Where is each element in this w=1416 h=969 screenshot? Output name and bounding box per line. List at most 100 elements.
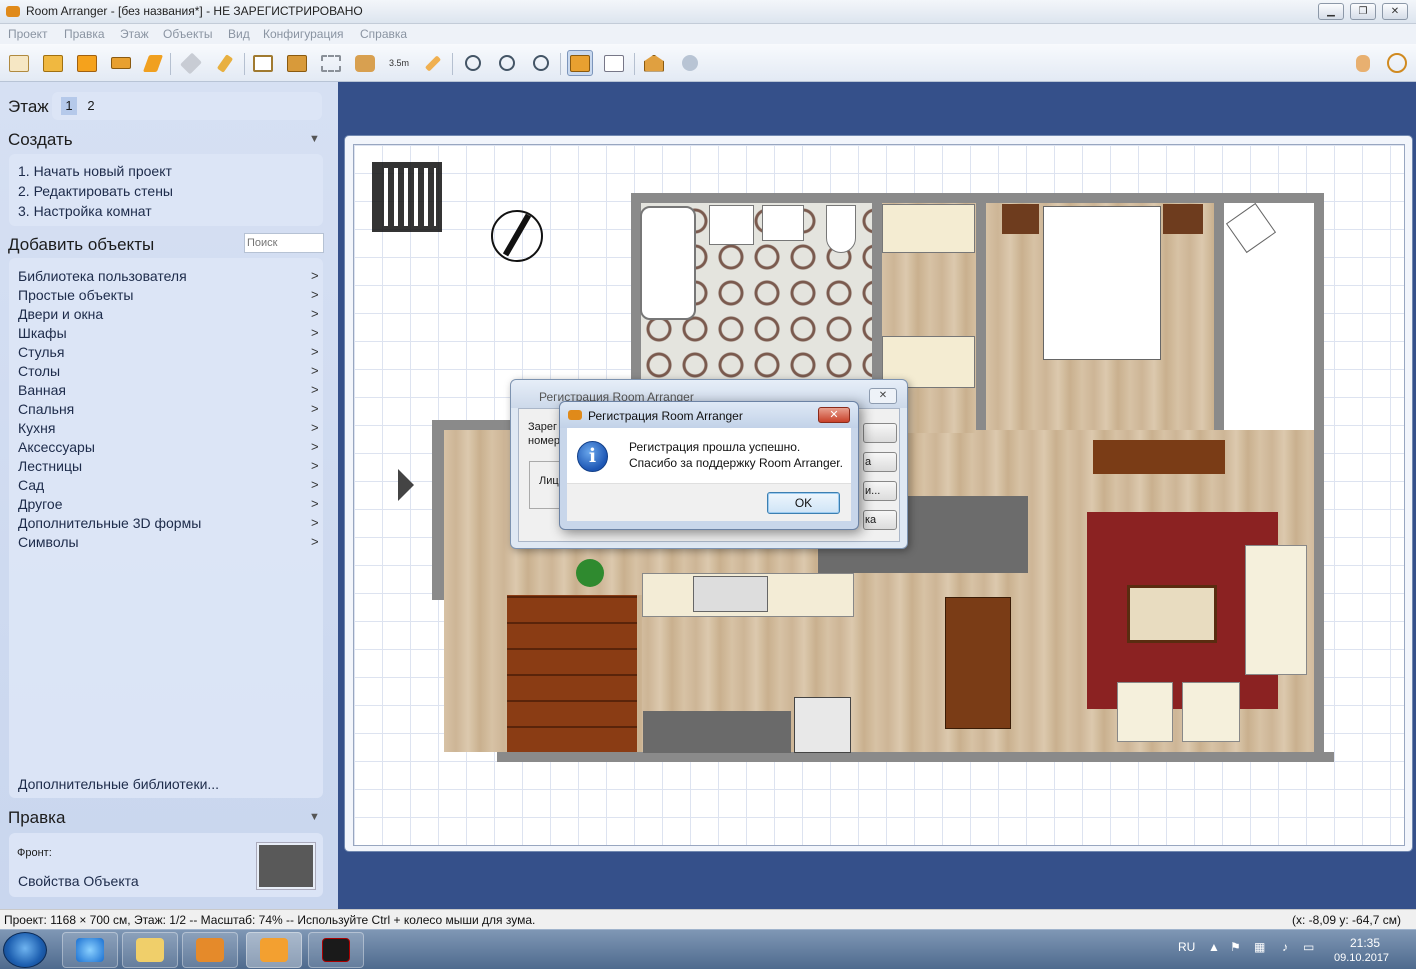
staircase[interactable] [507, 595, 637, 752]
tv-stand[interactable] [1093, 440, 1225, 474]
armchair-2[interactable] [1182, 682, 1240, 742]
library-item-chairs[interactable]: Стулья [18, 344, 64, 360]
dialog-back-button-4[interactable]: ка [863, 510, 897, 530]
nightstand-right[interactable] [1163, 204, 1203, 234]
kitchen-sink[interactable] [693, 576, 768, 612]
dining-table[interactable] [945, 597, 1011, 729]
floor-tab-1[interactable]: 1 [61, 97, 77, 115]
dialog-back-button-2[interactable]: а [863, 452, 897, 472]
resize-icon[interactable] [318, 50, 344, 76]
library-item-simple[interactable]: Простые объекты [18, 287, 133, 303]
library-item-garden[interactable]: Сад [18, 477, 44, 493]
menu-config[interactable]: Конфигурация [263, 27, 344, 41]
sofa[interactable] [1245, 545, 1307, 675]
floor-tab-2[interactable]: 2 [83, 97, 99, 115]
zoom-fit-icon[interactable] [460, 50, 486, 76]
room-arranger-icon[interactable] [246, 932, 302, 968]
color-swatch[interactable] [256, 842, 316, 890]
library-item-tables[interactable]: Столы [18, 363, 60, 379]
clock-time[interactable]: 21:35 [1350, 936, 1380, 950]
library-item-kitchen[interactable]: Кухня [18, 420, 55, 436]
library-item-3d-shapes[interactable]: Дополнительные 3D формы [18, 515, 201, 531]
volume-icon[interactable]: ♪ [1282, 940, 1288, 954]
explorer-icon[interactable] [122, 932, 178, 968]
chevron-down-icon[interactable]: ▼ [309, 811, 320, 823]
restore-button[interactable]: ❐ [1350, 3, 1376, 20]
search-input[interactable] [244, 233, 324, 253]
menu-view[interactable]: Вид [228, 27, 250, 41]
menu-floor[interactable]: Этаж [120, 27, 149, 41]
fridge[interactable] [794, 697, 851, 753]
flag-icon[interactable]: ⚑ [1230, 940, 1241, 954]
edit-section-title[interactable]: Правка [8, 808, 65, 828]
tray-up-icon[interactable]: ▲ [1208, 940, 1220, 954]
menu-edit[interactable]: Правка [64, 27, 105, 41]
library-item-stairs[interactable]: Лестницы [18, 458, 82, 474]
close-icon[interactable]: ✕ [869, 388, 897, 404]
library-item-doors[interactable]: Двери и окна [18, 306, 103, 322]
print-icon[interactable] [108, 50, 134, 76]
create-item-room-settings[interactable]: 3. Настройка комнат [18, 203, 152, 219]
paint-icon[interactable] [212, 50, 238, 76]
start-button[interactable] [3, 932, 47, 968]
bathtub[interactable] [640, 206, 696, 320]
ok-button[interactable]: OK [767, 492, 840, 514]
pencil-icon[interactable] [420, 50, 446, 76]
info-icon[interactable] [1384, 50, 1410, 76]
clock-date[interactable]: 09.10.2017 [1334, 952, 1389, 964]
close-icon[interactable]: ✕ [818, 407, 850, 423]
library-item-bath[interactable]: Ванная [18, 382, 66, 398]
coffee-table[interactable] [1127, 585, 1217, 643]
menu-project[interactable]: Проект [8, 27, 48, 41]
close-button[interactable]: ✕ [1382, 3, 1408, 20]
create-item-edit-walls[interactable]: 2. Редактировать стены [18, 183, 173, 199]
sink-2[interactable] [762, 205, 804, 241]
monitor-icon[interactable]: ▭ [1303, 940, 1314, 954]
view-3d-icon[interactable] [641, 50, 667, 76]
internet-explorer-icon[interactable] [62, 932, 118, 968]
library-item-accessories[interactable]: Аксессуары [18, 439, 95, 455]
dialog-back-button-3[interactable]: и... [863, 481, 897, 501]
nightstand-left[interactable] [1002, 204, 1039, 234]
measure-icon[interactable]: 3.5m [386, 50, 412, 76]
room-icon[interactable] [250, 50, 276, 76]
game-icon[interactable] [308, 932, 364, 968]
dialog-back-button-1[interactable] [863, 423, 897, 443]
armchair-1[interactable] [1117, 682, 1173, 742]
library-item-cabinets[interactable]: Шкафы [18, 325, 67, 341]
library-item-symbols[interactable]: Символы [18, 534, 79, 550]
zoom-out-icon[interactable] [528, 50, 554, 76]
wall-icon[interactable] [284, 50, 310, 76]
select-icon[interactable] [140, 50, 166, 76]
network-icon[interactable]: ▦ [1254, 940, 1265, 954]
bed[interactable] [1043, 206, 1161, 360]
save-icon[interactable] [74, 50, 100, 76]
kitchen-counter-bottom[interactable] [643, 711, 791, 753]
chevron-down-icon[interactable]: ▼ [309, 133, 320, 145]
view-list-icon[interactable] [601, 50, 627, 76]
view-2d-icon[interactable] [567, 50, 593, 76]
zoom-in-icon[interactable] [494, 50, 520, 76]
minimize-button[interactable]: ▁ [1318, 3, 1344, 20]
object-properties-link[interactable]: Свойства Объекта [18, 873, 139, 889]
hand-icon[interactable] [1350, 50, 1376, 76]
toilet[interactable] [826, 205, 856, 253]
language-indicator[interactable]: RU [1178, 940, 1195, 954]
wardrobe-1[interactable] [882, 204, 975, 253]
plant-icon[interactable] [576, 559, 604, 587]
media-player-icon[interactable] [182, 932, 238, 968]
open-icon[interactable] [40, 50, 66, 76]
library-item-user[interactable]: Библиотека пользователя [18, 268, 187, 284]
library-item-bedroom[interactable]: Спальня [18, 401, 74, 417]
create-item-new-project[interactable]: 1. Начать новый проект [18, 163, 172, 179]
library-item-other[interactable]: Другое [18, 496, 62, 512]
more-libraries-link[interactable]: Дополнительные библиотеки... [18, 776, 219, 792]
object-icon[interactable] [352, 50, 378, 76]
new-icon[interactable] [6, 50, 32, 76]
settings-icon[interactable] [677, 50, 703, 76]
pan-icon[interactable] [178, 50, 204, 76]
menu-help[interactable]: Справка [360, 27, 407, 41]
sink[interactable] [709, 205, 754, 245]
create-section-title[interactable]: Создать [8, 130, 73, 150]
menu-objects[interactable]: Объекты [163, 27, 213, 41]
